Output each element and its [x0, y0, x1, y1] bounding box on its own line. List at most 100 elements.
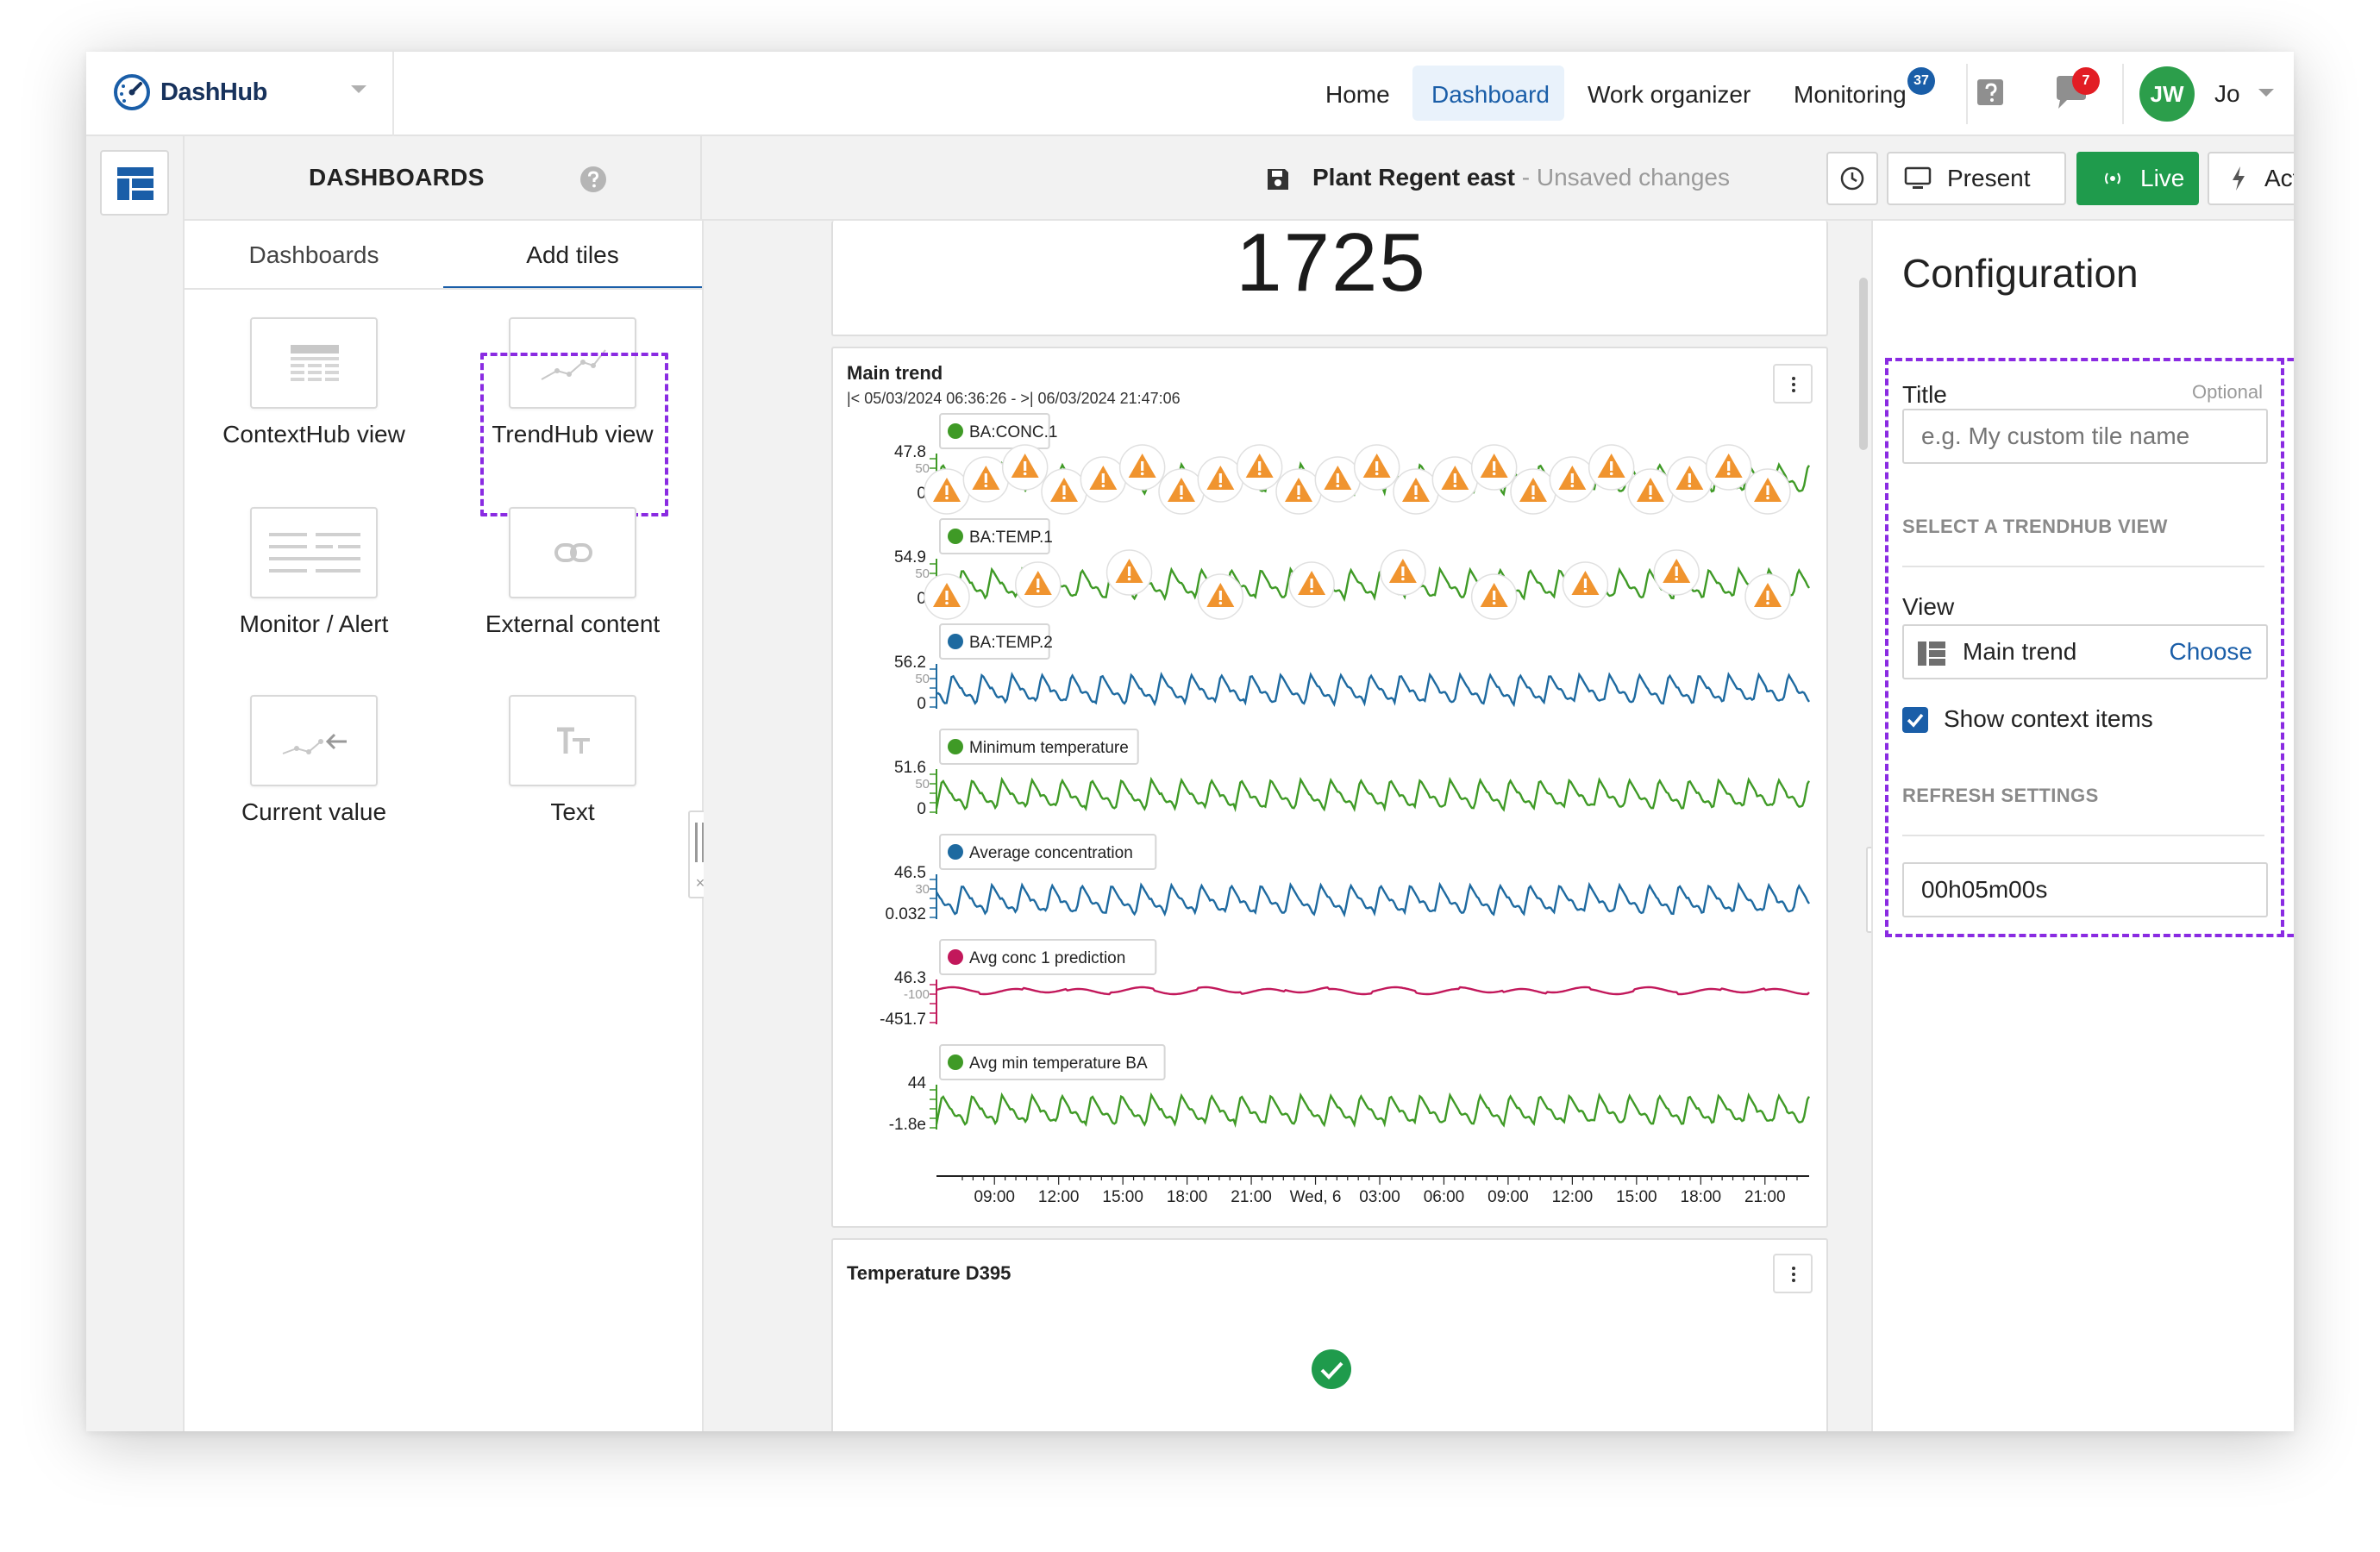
- left-rail: [86, 136, 185, 1431]
- chevron-down-icon[interactable]: [2258, 88, 2275, 98]
- tile-icon-box: [250, 507, 378, 598]
- unsaved-changes-label: Unsaved changes: [1536, 164, 1730, 191]
- value-tile[interactable]: 1725: [831, 216, 1828, 336]
- series-color-dot: [948, 634, 963, 649]
- chevron-down-icon[interactable]: [350, 84, 367, 95]
- user-avatar[interactable]: JW: [2139, 66, 2195, 122]
- tab-dashboards[interactable]: Dashboards: [185, 221, 443, 290]
- trendhub-selection-highlight: [480, 353, 668, 516]
- trend-tile[interactable]: Main trend |< 05/03/2024 06:36:26 - >| 0…: [831, 347, 1828, 1228]
- center-scrollbar[interactable]: [1859, 278, 1868, 450]
- tile-label: External content: [485, 610, 661, 637]
- alert-warning-dot: [1336, 484, 1340, 488]
- alert-warning-mark: [1493, 461, 1496, 471]
- app-logo[interactable]: DashHub: [112, 72, 267, 112]
- x-tick-label: 09:00: [974, 1188, 1015, 1206]
- dashboards-rail-button[interactable]: [100, 150, 169, 216]
- alert-warning-dot: [1401, 577, 1405, 581]
- tab-add-tiles[interactable]: Add tiles: [443, 221, 702, 290]
- configuration-panel: Configuration Title Optional SELECT A TR…: [1871, 221, 2294, 1431]
- history-button[interactable]: [1826, 152, 1878, 205]
- help-circle-icon[interactable]: [579, 166, 607, 193]
- series-min-label: -1.8e: [889, 1116, 926, 1134]
- alert-warning-mark: [1218, 591, 1222, 600]
- alert-warning-mark: [1688, 473, 1691, 483]
- present-button[interactable]: Present: [1887, 152, 2066, 205]
- alert-warning-dot: [1766, 496, 1769, 500]
- nav-home[interactable]: Home: [1325, 81, 1390, 109]
- series-legend-label: BA:CONC.1: [969, 423, 1057, 441]
- link-icon: [554, 543, 592, 562]
- nav-dashboard[interactable]: Dashboard: [1431, 81, 1550, 109]
- x-tick-label: 15:00: [1102, 1188, 1143, 1206]
- series-mid-label: 50: [915, 461, 930, 476]
- alert-warning-mark: [1675, 566, 1678, 576]
- temperature-tile[interactable]: Temperature D395: [831, 1238, 1828, 1431]
- actions-label: Actions: [2264, 165, 2294, 191]
- trend-chart[interactable]: BA:CONC.147.8500BA:TEMP.154.9500BA:TEMP.…: [833, 400, 1826, 1228]
- alert-warning-mark: [1727, 461, 1731, 471]
- current-value-number: 1725: [1236, 216, 1427, 309]
- divider: [2122, 64, 2124, 124]
- alert-warning-dot: [1036, 589, 1040, 593]
- monitor-icon: [1904, 166, 1932, 189]
- tile-icon-box: [250, 695, 378, 786]
- alert-warning-dot: [1062, 496, 1066, 500]
- x-tick-label: 21:00: [1744, 1188, 1786, 1206]
- series-line: [935, 1092, 1811, 1129]
- nav-monitoring[interactable]: Monitoring: [1794, 81, 1907, 109]
- series-mid-label: 50: [915, 777, 930, 792]
- user-name[interactable]: Jo: [2214, 80, 2240, 108]
- alert-warning-mark: [1414, 485, 1418, 495]
- series-mid-label: 50: [915, 672, 930, 686]
- alert-warning-mark: [984, 473, 987, 483]
- alert-warning-mark: [945, 485, 949, 495]
- series-legend-label: Average concentration: [969, 844, 1133, 862]
- alert-warning-dot: [945, 496, 949, 500]
- alert-warning-mark: [945, 591, 949, 600]
- alert-warning-mark: [1375, 461, 1379, 471]
- tabs-divider: [185, 288, 704, 290]
- help-icon[interactable]: [1976, 78, 2007, 109]
- monitoring-count-badge: 37: [1907, 67, 1935, 95]
- series-line: [936, 671, 1810, 708]
- alert-warning-dot: [1257, 472, 1262, 476]
- alert-warning-dot: [1675, 577, 1679, 581]
- alert-warning-mark: [1766, 591, 1769, 600]
- actions-button[interactable]: Actions: [2208, 152, 2294, 205]
- series-max-label: 56.2: [894, 654, 926, 672]
- alert-warning-mark: [1583, 579, 1588, 588]
- divider: [700, 136, 702, 221]
- series-max-label: 47.8: [894, 443, 926, 461]
- tile-icon-box: [509, 507, 636, 598]
- alert-warning-dot: [945, 601, 949, 605]
- tile-label: Current value: [241, 798, 387, 825]
- series-min-label: 0: [917, 695, 926, 713]
- series-color-dot: [948, 949, 963, 965]
- save-disk-icon[interactable]: [1266, 167, 1290, 191]
- x-tick-label: Wed, 6: [1290, 1188, 1342, 1206]
- alert-warning-mark: [1649, 485, 1652, 495]
- alert-warning-mark: [1037, 579, 1040, 588]
- series-line: [935, 881, 1810, 918]
- alert-warning-dot: [1218, 601, 1223, 605]
- series-color-dot: [948, 1054, 963, 1070]
- tile-menu-button[interactable]: [1773, 364, 1813, 404]
- trend-tile-title: Main trend: [847, 362, 943, 384]
- nav-work-organizer[interactable]: Work organizer: [1588, 81, 1751, 109]
- alert-warning-dot: [984, 484, 988, 488]
- alert-warning-dot: [1688, 484, 1692, 488]
- series-color-dot: [948, 423, 963, 439]
- sub-header: DASHBOARDS Plant Regent east - Unsaved c…: [185, 136, 2294, 221]
- divider: [1966, 64, 1968, 124]
- alert-warning-mark: [1218, 473, 1222, 483]
- alert-warning-mark: [1401, 566, 1405, 576]
- arrow-left-trend-icon: [282, 733, 347, 754]
- divider: [392, 52, 394, 136]
- configuration-selection-highlight-edge: [2281, 358, 2284, 937]
- tile-menu-button[interactable]: [1773, 1254, 1813, 1293]
- live-button[interactable]: Live: [2076, 152, 2199, 205]
- alert-warning-dot: [1570, 484, 1575, 488]
- tile-label: Text: [550, 798, 595, 825]
- alert-warning-dot: [1218, 484, 1223, 488]
